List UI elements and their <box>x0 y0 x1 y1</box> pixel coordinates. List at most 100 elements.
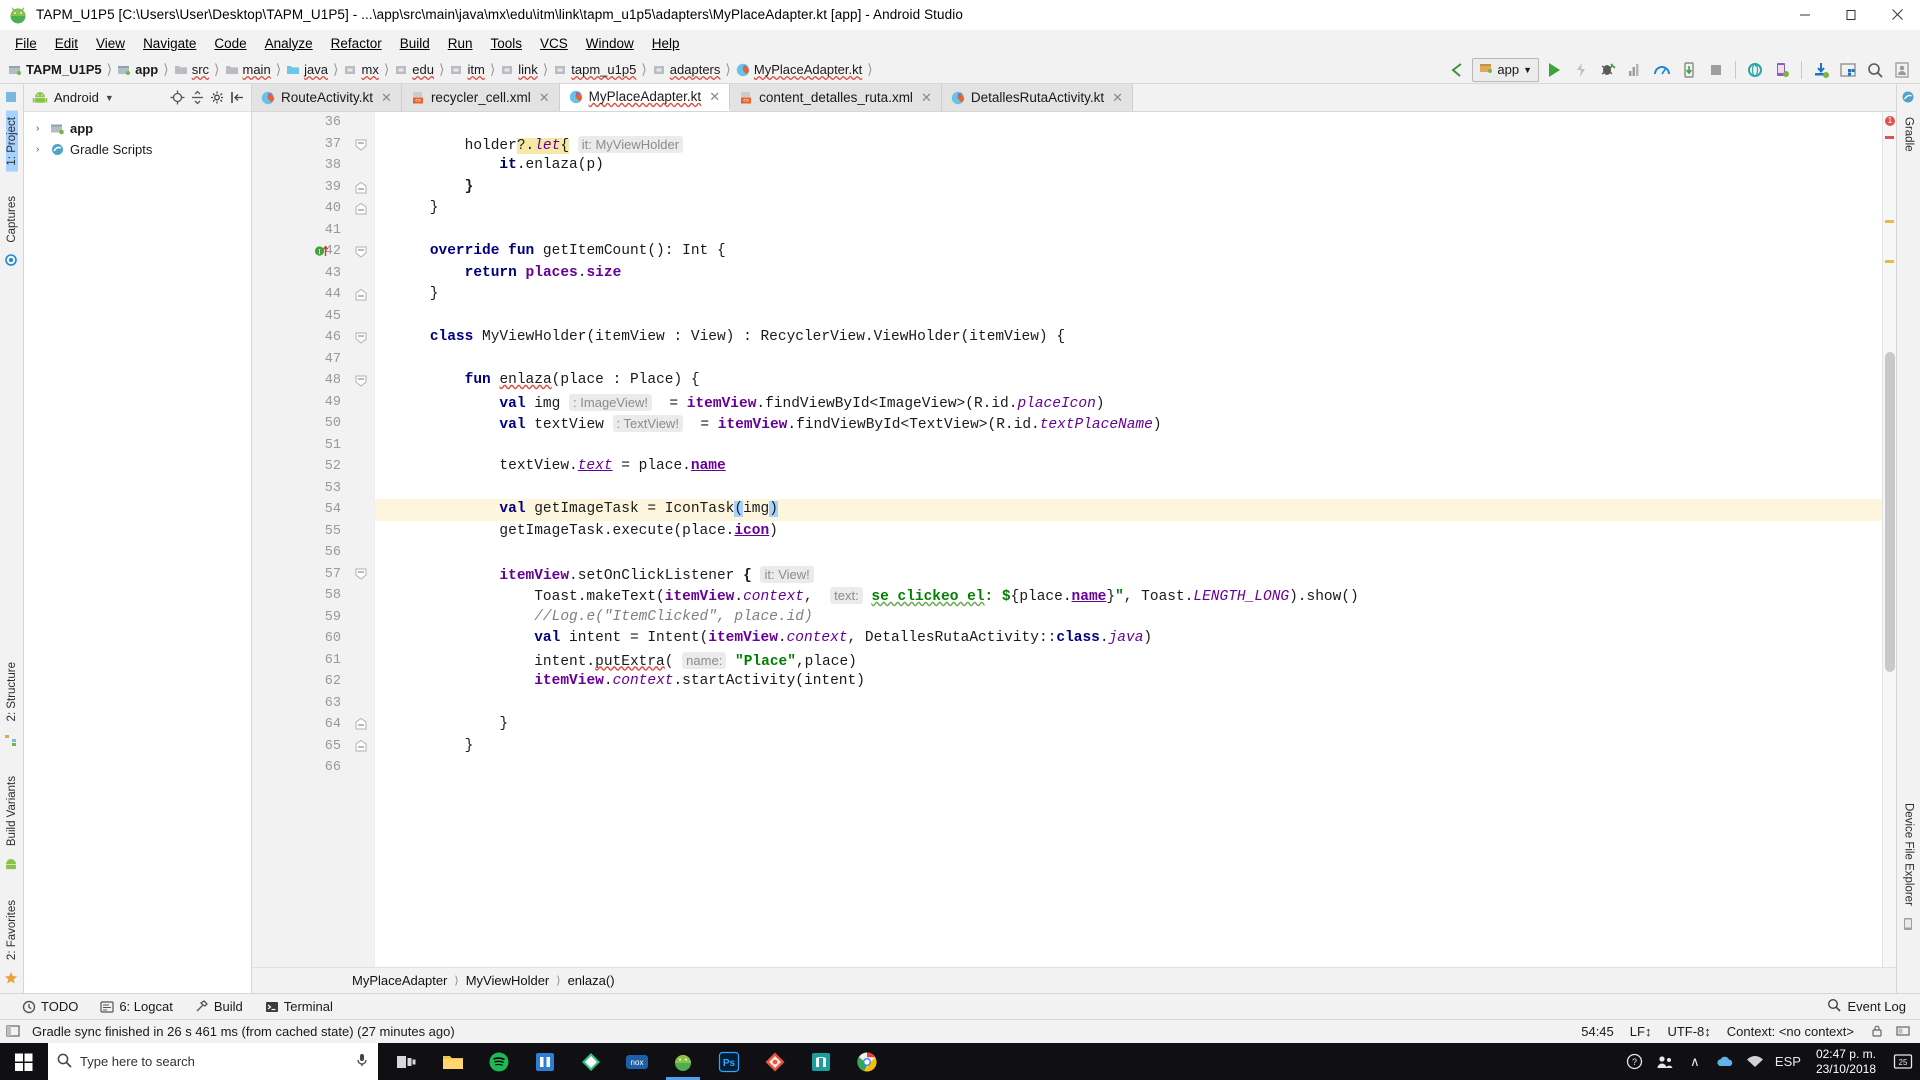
fold-marker-44[interactable] <box>355 288 367 301</box>
photoshop-icon[interactable]: Ps <box>706 1043 752 1080</box>
sidebar-item-build-variants[interactable]: Build Variants <box>6 770 18 852</box>
fold-marker-48[interactable] <box>355 375 367 387</box>
breadcrumb-item-mx[interactable]: mx <box>343 58 379 82</box>
tree-node-gradle-scripts[interactable]: › Gradle Scripts <box>24 139 251 160</box>
breadcrumb-inner-class[interactable]: MyViewHolder <box>466 973 550 988</box>
code-editor[interactable]: 36 37 38 39 40 41 42 43 44 45 46 47 48 49 50 51 52 53 54 55… <box>252 112 1896 967</box>
sidebar-item-gradle[interactable]: Gradle <box>1903 111 1915 158</box>
warning-stripe-mark[interactable] <box>1885 220 1894 223</box>
run-configuration-selector[interactable]: app ▼ <box>1472 57 1539 82</box>
sidebar-item-device-file-explorer[interactable]: Device File Explorer <box>1903 797 1915 912</box>
fold-marker-64[interactable] <box>355 717 367 730</box>
tool-window-event-log[interactable]: Event Log <box>1827 998 1906 1015</box>
fold-marker-42[interactable] <box>355 246 367 258</box>
onedrive-icon[interactable] <box>1710 1043 1740 1080</box>
fold-marker-37[interactable] <box>355 139 367 151</box>
breadcrumb-class[interactable]: MyPlaceAdapter <box>352 973 447 988</box>
question-circle-icon[interactable]: ? <box>1620 1043 1650 1080</box>
tool-window-logcat[interactable]: 6: Logcat <box>100 999 173 1014</box>
fold-marker-65[interactable] <box>355 739 367 752</box>
menu-analyze[interactable]: Analyze <box>256 33 322 54</box>
status-toggle-icon[interactable] <box>6 1024 22 1040</box>
implementing-method-gutter-icon[interactable]: I <box>314 243 332 261</box>
language-indicator[interactable]: ESP <box>1770 1043 1806 1080</box>
notification-center-icon[interactable]: 25 <box>1886 1043 1920 1080</box>
user-account-button[interactable] <box>1890 58 1914 82</box>
menu-code[interactable]: Code <box>205 33 255 54</box>
sidebar-item-favorites[interactable]: 2: Favorites <box>6 894 18 966</box>
breadcrumb-item-app[interactable]: app <box>117 58 158 82</box>
blue-app-icon[interactable] <box>522 1043 568 1080</box>
caret-position[interactable]: 54:45 <box>1581 1024 1614 1039</box>
breadcrumb-item-tapm_u1p5[interactable]: tapm_u1p5 <box>553 58 636 82</box>
minimize-button[interactable] <box>1782 0 1828 30</box>
taskbar-clock[interactable]: 02:47 p. m. 23/10/2018 <box>1806 1047 1886 1077</box>
menu-navigate[interactable]: Navigate <box>134 33 205 54</box>
android-studio-icon[interactable] <box>660 1043 706 1080</box>
spotify-icon[interactable] <box>476 1043 522 1080</box>
error-count-badge[interactable]: 1 <box>1885 116 1895 126</box>
file-encoding[interactable]: UTF-8↕ <box>1667 1024 1710 1039</box>
sync-gradle-button[interactable] <box>1743 58 1767 82</box>
tool-window-build[interactable]: Build <box>195 999 243 1014</box>
fold-marker-46[interactable] <box>355 332 367 344</box>
green-app-icon[interactable] <box>568 1043 614 1080</box>
task-view-icon[interactable] <box>384 1043 430 1080</box>
error-stripe-scrollbar[interactable]: 1 <box>1882 112 1896 967</box>
teal-app-icon[interactable] <box>798 1043 844 1080</box>
apply-changes-button[interactable] <box>1569 58 1593 82</box>
run-button[interactable] <box>1542 58 1566 82</box>
tool-window-todo[interactable]: TODO <box>22 999 78 1014</box>
people-icon[interactable] <box>1650 1043 1680 1080</box>
menu-file[interactable]: File <box>6 33 46 54</box>
close-icon[interactable]: ✕ <box>921 90 932 106</box>
close-button[interactable] <box>1874 0 1920 30</box>
breadcrumb-item-project[interactable]: TAPM_U1P5 <box>8 58 102 82</box>
breadcrumb-item-edu[interactable]: edu <box>394 58 434 82</box>
menu-run[interactable]: Run <box>439 33 482 54</box>
menu-build[interactable]: Build <box>391 33 439 54</box>
breadcrumb-item-link[interactable]: link <box>500 58 538 82</box>
chevron-right-icon[interactable]: › <box>36 144 50 155</box>
chevron-down-icon[interactable]: ▼ <box>105 93 114 103</box>
locate-icon[interactable] <box>167 88 187 108</box>
menu-window[interactable]: Window <box>577 33 643 54</box>
settings-gear-icon[interactable] <box>207 88 227 108</box>
tool-window-terminal[interactable]: Terminal <box>265 999 333 1014</box>
breadcrumb-item-itm[interactable]: itm <box>449 58 485 82</box>
code-text[interactable]: holder?.let{ it: MyViewHolder it.enlaza(… <box>375 112 1882 967</box>
illustrator-icon[interactable] <box>752 1043 798 1080</box>
context-indicator[interactable]: Context: <no context> <box>1727 1024 1854 1039</box>
close-icon[interactable]: ✕ <box>1112 90 1123 106</box>
profile-button[interactable] <box>1650 58 1674 82</box>
hide-panel-icon[interactable] <box>227 88 247 108</box>
sidebar-item-project[interactable]: 1: Project <box>5 111 18 172</box>
network-icon[interactable] <box>1740 1043 1770 1080</box>
editor-tab-content-detalles-ruta[interactable]: <> content_detalles_ruta.xml ✕ <box>730 84 942 111</box>
menu-help[interactable]: Help <box>643 33 689 54</box>
tree-node-app[interactable]: › app <box>24 118 251 139</box>
editor-tab-route-activity[interactable]: RouteActivity.kt ✕ <box>252 84 402 111</box>
file-explorer-icon[interactable] <box>430 1043 476 1080</box>
back-arrow-icon[interactable] <box>1445 58 1469 82</box>
sidebar-item-captures[interactable]: Captures <box>6 190 18 249</box>
nox-icon[interactable]: nox <box>614 1043 660 1080</box>
restore-button[interactable] <box>1828 0 1874 30</box>
editor-tab-recycler-cell[interactable]: <> recycler_cell.xml ✕ <box>401 84 560 111</box>
chevron-right-icon[interactable]: › <box>36 123 50 134</box>
close-icon[interactable]: ✕ <box>381 90 392 106</box>
warning-stripe-mark[interactable] <box>1885 260 1894 263</box>
collapse-all-icon[interactable] <box>187 88 207 108</box>
menu-view[interactable]: View <box>87 33 134 54</box>
avd-manager-button[interactable] <box>1770 58 1794 82</box>
editor-tab-my-place-adapter[interactable]: MyPlaceAdapter.kt ✕ <box>559 84 731 111</box>
start-button[interactable] <box>0 1043 48 1080</box>
breadcrumb-item-java[interactable]: java <box>286 58 328 82</box>
code-folding-gutter[interactable] <box>349 112 375 967</box>
fold-marker-40[interactable] <box>355 202 367 215</box>
menu-edit[interactable]: Edit <box>46 33 87 54</box>
breadcrumb-item-adapters[interactable]: adapters <box>652 58 720 82</box>
close-icon[interactable]: ✕ <box>539 90 550 106</box>
chevron-up-icon[interactable]: ∧ <box>1680 1043 1710 1080</box>
fold-marker-39[interactable] <box>355 181 367 194</box>
